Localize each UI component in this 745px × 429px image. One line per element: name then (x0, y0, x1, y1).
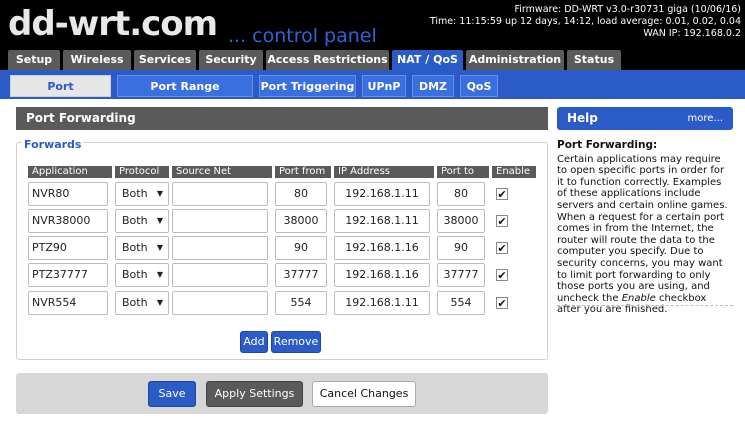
chevron-down-icon: ▼ (156, 243, 163, 252)
subtab-dmz[interactable]: DMZ (412, 75, 454, 97)
subtab-upnp[interactable]: UPnP (362, 75, 406, 97)
protocol-value: Both (122, 296, 148, 309)
col-application: Application (28, 166, 112, 178)
logo: dd-wrt.com (8, 4, 218, 44)
subtab-port-triggering[interactable]: Port Triggering (259, 75, 356, 97)
enable-checkbox[interactable]: ✔ (496, 215, 508, 228)
col-ip-address: IP Address (334, 166, 434, 178)
application-field[interactable]: PTZ90 (28, 236, 108, 260)
enable-checkbox[interactable]: ✔ (496, 269, 508, 282)
port-from-field[interactable]: 38000 (275, 209, 327, 233)
forwards-legend: Forwards (22, 138, 84, 151)
chevron-down-icon: ▼ (156, 298, 163, 307)
port-from-field[interactable]: 554 (275, 291, 327, 315)
enable-checkbox[interactable]: ✔ (496, 188, 508, 201)
protocol-value: Both (122, 241, 148, 254)
application-field[interactable]: NVR554 (28, 291, 108, 315)
port-from-field[interactable]: 80 (275, 182, 327, 206)
port-to-field[interactable]: 90 (437, 236, 485, 260)
source-net-field[interactable] (172, 182, 268, 206)
application-field[interactable]: NVR80 (28, 182, 108, 206)
col-port-to: Port to (437, 166, 489, 178)
subtab-port-range-forwarding[interactable]: Port Range Forwarding (117, 75, 253, 115)
application-field[interactable]: NVR38000 (28, 209, 108, 233)
port-to-field[interactable]: 38000 (437, 209, 485, 233)
protocol-select[interactable]: Both ▼ (115, 236, 169, 260)
port-to-field[interactable]: 80 (437, 182, 485, 206)
protocol-select[interactable]: Both ▼ (115, 291, 169, 315)
protocol-select[interactable]: Both ▼ (115, 263, 169, 287)
help-topic: Port Forwarding: (557, 139, 658, 151)
application-field[interactable]: PTZ37777 (28, 263, 108, 287)
chevron-down-icon: ▼ (156, 189, 163, 198)
help-header: Help more... (557, 107, 733, 130)
tab-nat-qos[interactable]: NAT / QoS (392, 50, 463, 70)
ip-address-field[interactable]: 192.168.1.16 (334, 236, 430, 260)
col-source-net: Source Net (172, 166, 272, 178)
port-to-field[interactable]: 37777 (437, 263, 485, 287)
tab-setup[interactable]: Setup (8, 50, 60, 70)
chevron-down-icon: ▼ (156, 216, 163, 225)
help-divider (557, 305, 733, 306)
source-net-field[interactable] (172, 236, 268, 260)
source-net-field[interactable] (172, 263, 268, 287)
firmware-info: Firmware: DD-WRT v3.0-r30731 giga (10/06… (430, 4, 741, 40)
help-more-link[interactable]: more... (688, 107, 723, 130)
save-button[interactable]: Save (148, 381, 196, 407)
add-button[interactable]: Add (240, 331, 268, 353)
cancel-changes-button[interactable]: Cancel Changes (312, 381, 416, 407)
protocol-value: Both (122, 187, 148, 200)
enable-checkbox[interactable]: ✔ (496, 242, 508, 255)
col-protocol: Protocol (115, 166, 169, 178)
port-to-field[interactable]: 554 (437, 291, 485, 315)
tab-administration[interactable]: Administration (466, 50, 564, 70)
help-text-emphasis: Enable (621, 292, 656, 304)
subtab-qos[interactable]: QoS (460, 75, 498, 97)
apply-settings-button[interactable]: Apply Settings (206, 381, 303, 407)
port-from-field[interactable]: 90 (275, 236, 327, 260)
control-panel-subtitle: ... control panel (228, 25, 377, 47)
source-net-field[interactable] (172, 209, 268, 233)
remove-button[interactable]: Remove (271, 331, 321, 353)
subtab-port-forwarding[interactable]: Port Forwarding (10, 75, 111, 115)
tab-services[interactable]: Services (134, 50, 196, 70)
protocol-value: Both (122, 268, 148, 281)
ip-address-field[interactable]: 192.168.1.11 (334, 209, 430, 233)
tab-status[interactable]: Status (567, 50, 621, 70)
col-enable: Enable (492, 166, 536, 178)
help-body: Port Forwarding: Certain applications ma… (557, 139, 733, 316)
tab-access-restrictions[interactable]: Access Restrictions (266, 50, 389, 70)
source-net-field[interactable] (172, 291, 268, 315)
help-text-main: Certain applications may require to open… (557, 153, 728, 304)
page-title: Port Forwarding (16, 107, 548, 130)
ip-address-field[interactable]: 192.168.1.11 (334, 291, 430, 315)
help-text: Certain applications may require to open… (557, 154, 733, 316)
wan-ip: WAN IP: 192.168.0.2 (643, 28, 741, 39)
firmware-version: Firmware: DD-WRT v3.0-r30731 giga (10/06… (514, 4, 741, 15)
protocol-value: Both (122, 214, 148, 227)
protocol-select[interactable]: Both ▼ (115, 182, 169, 206)
col-port-from: Port from (275, 166, 331, 178)
tab-security[interactable]: Security (199, 50, 263, 70)
port-from-field[interactable]: 37777 (275, 263, 327, 287)
tab-wireless[interactable]: Wireless (63, 50, 131, 70)
protocol-select[interactable]: Both ▼ (115, 209, 169, 233)
enable-checkbox[interactable]: ✔ (496, 297, 508, 310)
uptime-status: Time: 11:15:59 up 12 days, 14:12, load a… (429, 16, 741, 27)
help-title: Help (567, 111, 598, 125)
chevron-down-icon: ▼ (156, 270, 163, 279)
ip-address-field[interactable]: 192.168.1.16 (334, 263, 430, 287)
ip-address-field[interactable]: 192.168.1.11 (334, 182, 430, 206)
